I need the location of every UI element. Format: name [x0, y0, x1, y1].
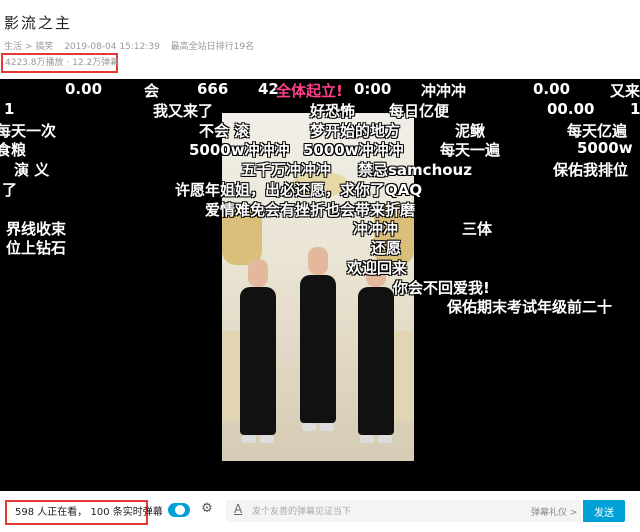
- danmaku-item: 不会 滚: [199, 122, 250, 140]
- dancer-shoe: [302, 423, 316, 431]
- dancer-head: [308, 247, 328, 275]
- danmaku-item: 会: [144, 82, 160, 100]
- danmaku-item: 5000w冲冲冲: [303, 141, 404, 159]
- danmaku-item: 每天一遍: [440, 141, 501, 159]
- danmaku-item: 了: [2, 181, 18, 199]
- dancer-shoe: [360, 435, 374, 443]
- danmaku-item: 我又来了: [153, 102, 214, 120]
- danmaku-item: 泥鳅: [455, 122, 486, 140]
- danmaku-item: 5000w: [577, 139, 633, 157]
- dancer-right: [354, 259, 398, 445]
- danmaku-item: 每日亿便: [389, 102, 450, 120]
- dancer-left: [236, 259, 280, 445]
- danmaku-item: 五千万冲冲冲: [241, 161, 332, 179]
- danmaku-item: 5000w冲冲冲: [189, 141, 290, 159]
- live-danmaku-count: 100: [90, 507, 110, 518]
- danmaku-item: 00.00: [547, 100, 595, 118]
- video-stats: 4223.8万播放 · 12.2万弹幕: [1, 53, 120, 73]
- danmaku-item: 每天一次: [0, 122, 57, 140]
- danmaku-item: 保佑期末考试年级前二十: [447, 298, 613, 316]
- dancer-shoe: [260, 435, 274, 443]
- danmaku-item: 界线收束: [6, 220, 67, 238]
- video-title: 影流之主: [4, 14, 73, 32]
- rank-info: 最高全站日排行19名: [170, 42, 255, 52]
- danmaku-item: 禁忌samchouz: [358, 161, 472, 179]
- video-meta: 生活 > 搞笑 2019-08-04 15:12:39 最高全站日排行19名: [4, 39, 262, 52]
- danmaku-item: 666: [197, 80, 229, 98]
- danmaku-count: 12.2万弹幕: [72, 58, 120, 68]
- danmaku-input[interactable]: [250, 502, 484, 522]
- danmaku-etiquette-link[interactable]: 弹幕礼仪 >: [531, 505, 577, 518]
- danmaku-item: 你会不回爱我!: [393, 279, 490, 297]
- danmaku-toggle[interactable]: [168, 503, 190, 517]
- dancer-body: [358, 287, 394, 435]
- danmaku-item: 1: [4, 100, 15, 118]
- danmaku-item: 1: [630, 100, 640, 118]
- danmaku-item: 三体: [462, 220, 493, 238]
- dancer-body: [300, 275, 336, 423]
- category-label: 生活: [4, 42, 23, 52]
- category-link[interactable]: 生活 > 搞笑: [4, 42, 53, 52]
- dancer-shoe: [242, 435, 256, 443]
- dancer-head: [248, 259, 268, 287]
- danmaku-item: 欢迎回来: [347, 259, 408, 277]
- danmaku-item: 每天亿遍: [567, 122, 628, 140]
- stats-dot: ·: [66, 58, 70, 68]
- danmaku-bar: 598 人正在看， 100 条实时弹幕 ⚙ A 弹幕礼仪 > 发送: [0, 491, 640, 532]
- dancer-body: [240, 287, 276, 435]
- live-danmaku-label: 条实时弹幕: [112, 507, 163, 518]
- danmaku-item: 全体起立!: [276, 82, 343, 100]
- dancer-shoe: [378, 435, 392, 443]
- category-separator: >: [24, 42, 33, 52]
- danmaku-item: 梦开始的地方: [310, 122, 401, 140]
- dancer-center: [296, 247, 340, 433]
- viewer-count: 598: [15, 507, 35, 518]
- font-style-icon[interactable]: A: [234, 502, 242, 516]
- danmaku-item: 0.00: [65, 80, 103, 98]
- danmaku-item: 0:00: [354, 80, 392, 98]
- viewer-count-box: 598 人正在看， 100 条实时弹幕: [5, 500, 163, 525]
- danmaku-item: 冲冲冲: [353, 220, 399, 238]
- toggle-knob-icon: [175, 505, 185, 515]
- danmaku-item: 许愿年姐姐，出必还愿，求你了QAQ: [175, 181, 423, 199]
- send-button[interactable]: 发送: [583, 500, 625, 522]
- publish-datetime: 2019-08-04 15:12:39: [64, 42, 160, 52]
- subcategory-label: 搞笑: [35, 42, 54, 52]
- danmaku-item: 0.00: [533, 80, 571, 98]
- danmaku-item: 保佑我排位: [553, 161, 629, 179]
- danmaku-item: 爱情难免会有挫折也会带来折磨: [205, 201, 416, 219]
- video-player[interactable]: 0.00 会 666 42 全体起立! 0:00 冲冲冲 0.00 又来 1 我…: [0, 79, 640, 491]
- danmaku-item: 位上钻石: [6, 239, 67, 257]
- view-count: 4223.8万播放: [5, 58, 64, 68]
- danmaku-item: 食粮: [0, 141, 27, 159]
- viewer-label: 人正在看，: [37, 507, 88, 518]
- danmaku-item: 又来: [610, 82, 640, 100]
- danmaku-item: 演 义: [14, 161, 50, 179]
- danmaku-item: 还愿: [371, 239, 402, 257]
- danmaku-input-box: A 弹幕礼仪 >: [226, 500, 581, 522]
- danmaku-item: 好恐怖: [310, 102, 356, 120]
- danmaku-item: 冲冲冲: [421, 82, 467, 100]
- danmaku-settings-icon[interactable]: ⚙: [199, 501, 215, 517]
- dancer-shoe: [320, 423, 334, 431]
